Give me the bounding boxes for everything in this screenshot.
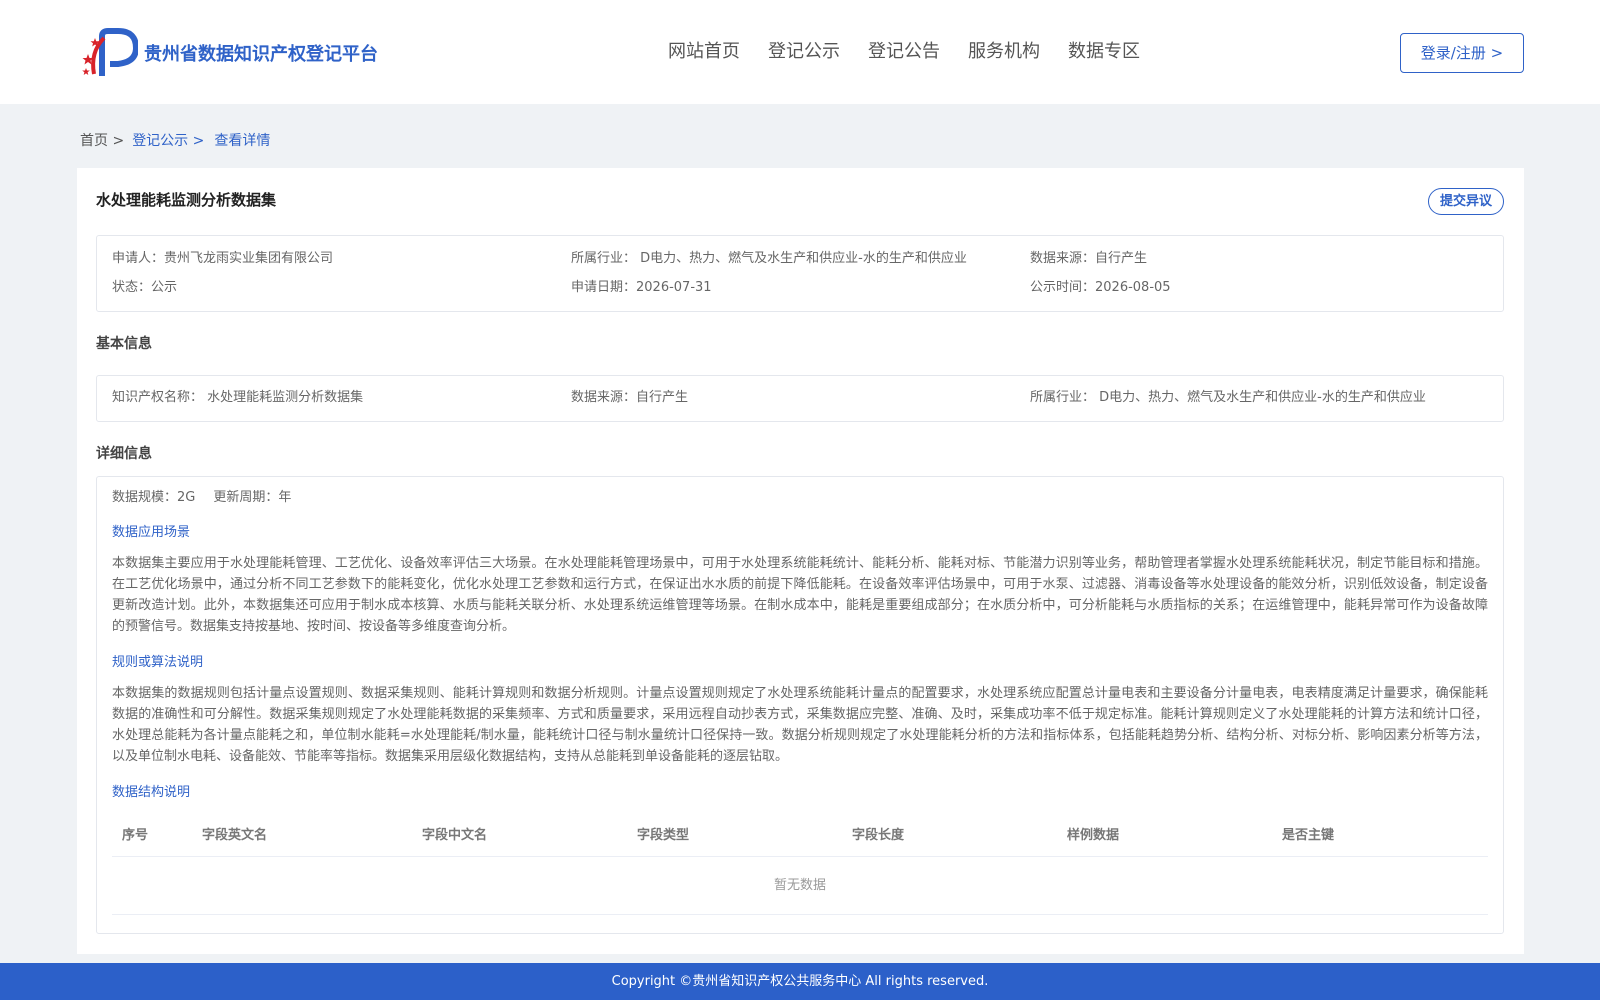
col-field-type: 字段类型 xyxy=(637,828,690,843)
nav-registration-announcement[interactable]: 登记公告 xyxy=(868,38,940,66)
industry-text: 所属行业： D电力、热力、燃气及水生产和供应业-水的生产和供应业 xyxy=(571,251,967,266)
basic-info-row: 知识产权名称： 水处理能耗监测分析数据集 数据来源：自行产生 所属行业： D电力… xyxy=(112,388,1426,408)
col-primary-key: 是否主键 xyxy=(1282,828,1335,843)
update-cycle-text: 更新周期：年 xyxy=(213,490,292,505)
status-text: 状态：公示 xyxy=(112,280,178,295)
copyright-text: Copyright ©贵州省知识产权公共服务中心 All rights rese… xyxy=(611,974,989,989)
breadcrumb: 首页 > 登记公示 > 查看详情 xyxy=(80,130,270,152)
summary-row-1: 申请人：贵州飞龙雨实业集团有限公司 所属行业： D电力、热力、燃气及水生产和供应… xyxy=(112,249,1147,269)
structure-table-header: 序号 字段英文名 字段中文名 字段类型 字段长度 样例数据 是否主键 xyxy=(112,815,1488,857)
rules-paragraph: 本数据集的数据规则包括计量点设置规则、数据采集规则、能耗计算规则和数据分析规则。… xyxy=(112,686,1488,764)
nav-service-agencies[interactable]: 服务机构 xyxy=(968,38,1040,66)
nav-registration-publicity[interactable]: 登记公示 xyxy=(768,38,840,66)
col-english-name: 字段英文名 xyxy=(202,828,268,843)
detail-panel: 水处理能耗监测分析数据集 提交异议 申请人：贵州飞龙雨实业集团有限公司 所属行业… xyxy=(77,168,1524,954)
basic-info-heading: 基本信息 xyxy=(96,336,152,352)
detail-info-heading: 详细信息 xyxy=(96,446,152,462)
nav-data-zone[interactable]: 数据专区 xyxy=(1068,38,1140,66)
applicant-text: 申请人：贵州飞龙雨实业集团有限公司 xyxy=(112,251,334,266)
summary-row-2: 状态：公示 申请日期：2026-07-31 公示时间：2026-08-05 xyxy=(112,278,1171,298)
publish-date-text: 公示时间：2026-08-05 xyxy=(1030,280,1171,295)
footer: Copyright ©贵州省知识产权公共服务中心 All rights rese… xyxy=(0,963,1600,1000)
basic-info-box: 知识产权名称： 水处理能耗监测分析数据集 数据来源：自行产生 所属行业： D电力… xyxy=(96,375,1504,422)
detail-info-box: 数据规模：2G 更新周期：年 数据应用场景 本数据集主要应用于水处理能耗管理、工艺… xyxy=(96,476,1504,934)
col-sample-data: 样例数据 xyxy=(1067,828,1120,843)
col-index: 序号 xyxy=(122,828,149,843)
submit-dispute-button[interactable]: 提交异议 xyxy=(1428,188,1504,215)
top-header: 贵州省数据知识产权登记平台 网站首页 登记公示 登记公告 服务机构 数据专区 登… xyxy=(0,0,1600,104)
page-title: 水处理能耗监测分析数据集 xyxy=(96,191,277,209)
apply-date-text: 申请日期：2026-07-31 xyxy=(571,280,712,295)
breadcrumb-home[interactable]: 首页 > xyxy=(80,133,124,149)
rules-heading: 规则或算法说明 xyxy=(112,655,204,670)
main-nav: 网站首页 登记公示 登记公告 服务机构 数据专区 xyxy=(668,38,1140,66)
table-empty-state: 暂无数据 xyxy=(112,857,1488,915)
data-scale-text: 数据规模：2G xyxy=(112,490,196,505)
source-text: 数据来源：自行产生 xyxy=(1030,251,1148,266)
structure-heading: 数据结构说明 xyxy=(112,785,191,800)
ip-name-text: 知识产权名称： 水处理能耗监测分析数据集 xyxy=(112,390,364,405)
logo-icon[interactable] xyxy=(80,28,138,78)
site-title[interactable]: 贵州省数据知识产权登记平台 xyxy=(144,42,378,68)
scenario-paragraph: 本数据集主要应用于水处理能耗管理、工艺优化、设备效率评估三大场景。在水处理能耗管… xyxy=(112,556,1488,634)
breadcrumb-current: 查看详情 xyxy=(214,133,271,149)
scale-row: 数据规模：2G 更新周期：年 xyxy=(112,488,291,508)
basic-industry-text: 所属行业： D电力、热力、燃气及水生产和供应业-水的生产和供应业 xyxy=(1030,390,1426,405)
basic-source-text: 数据来源：自行产生 xyxy=(571,390,689,405)
nav-home[interactable]: 网站首页 xyxy=(668,38,740,66)
breadcrumb-publicity[interactable]: 登记公示 > xyxy=(132,133,204,149)
scenario-heading: 数据应用场景 xyxy=(112,525,191,540)
col-chinese-name: 字段中文名 xyxy=(422,828,488,843)
col-field-length: 字段长度 xyxy=(852,828,905,843)
login-register-button[interactable]: 登录/注册 > xyxy=(1400,33,1524,73)
summary-box: 申请人：贵州飞龙雨实业集团有限公司 所属行业： D电力、热力、燃气及水生产和供应… xyxy=(96,235,1504,312)
